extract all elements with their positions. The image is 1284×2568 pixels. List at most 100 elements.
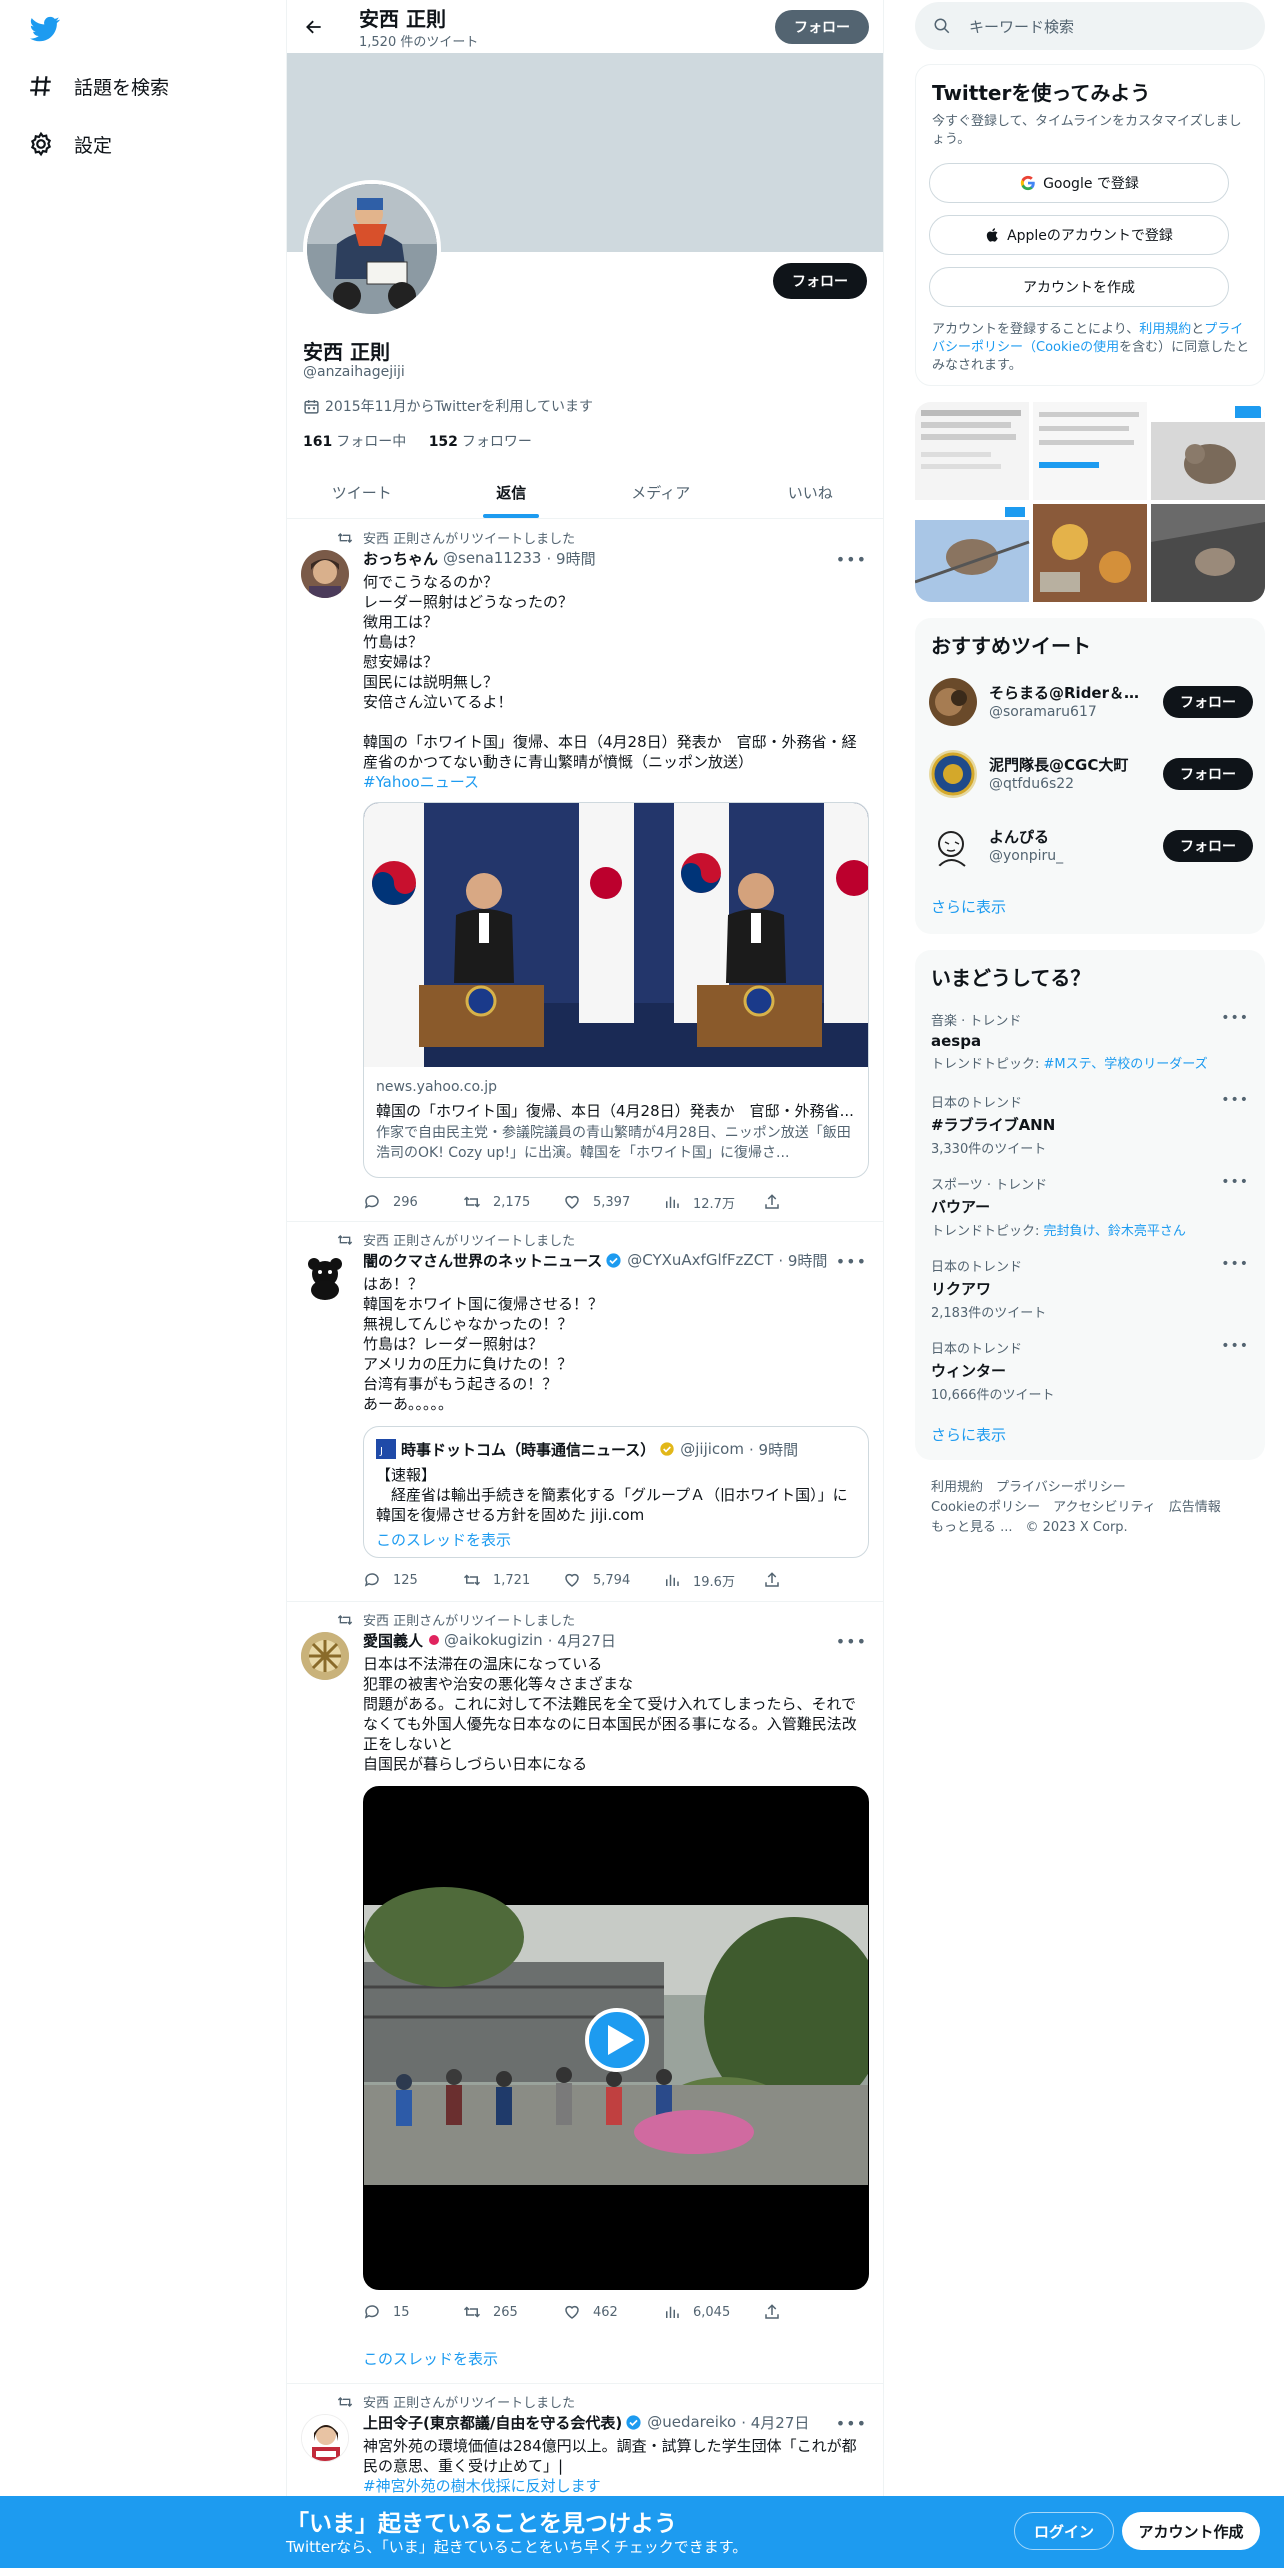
recommended-follow-button[interactable]: フォロー (1163, 830, 1253, 862)
trend-related-link[interactable]: 完封負け、鈴木亮平さん (1044, 1224, 1186, 1239)
google-signup-button[interactable]: Google で登録 (929, 163, 1229, 203)
tab-tweets[interactable]: ツイート (287, 466, 437, 518)
heart-icon (565, 2305, 579, 2319)
tweet-time[interactable]: · 9時間 (778, 1250, 827, 1270)
more-options-icon[interactable]: ••• (836, 2414, 867, 2433)
tweet-author-name[interactable]: 上田令子(東京都議/自由を守る会代表) (363, 2412, 622, 2432)
tweet-hashtag-link[interactable]: #神宮外苑の樹木伐採に反対します (363, 2476, 869, 2496)
tweet-avatar[interactable] (301, 2414, 349, 2462)
header-follow-button[interactable]: フォロー (775, 10, 869, 44)
profile-avatar[interactable] (303, 180, 441, 318)
following-link[interactable]: 161 フォロー中 (303, 434, 406, 450)
trend-item[interactable]: 日本のトレンド #ラブライブANN 3,330件のツイート ••• (931, 1092, 1249, 1157)
share-button[interactable] (763, 1192, 793, 1212)
share-icon (765, 1572, 779, 1587)
tweet-author-handle[interactable]: @uedareiko (647, 2413, 736, 2431)
back-arrow-icon[interactable] (299, 12, 329, 42)
more-options-icon[interactable]: ••• (836, 1252, 867, 1271)
recommended-user[interactable]: 泥門隊長@CGC大町 @qtfdu6s22 フォロー (929, 746, 1253, 802)
trend-more-icon[interactable]: ••• (1221, 1256, 1249, 1272)
link-card[interactable]: news.yahoo.co.jp 韓国の「ホワイト国」復帰、本日（4月28日）発… (363, 802, 869, 1178)
views-button[interactable]: 6,045 (663, 2302, 763, 2322)
tab-likes[interactable]: いいね (736, 466, 884, 518)
views-button[interactable]: 12.7万 (663, 1192, 763, 1212)
apple-signup-button[interactable]: Appleのアカウントで登録 (929, 215, 1229, 255)
recommended-follow-button[interactable]: フォロー (1163, 758, 1253, 790)
media-grid[interactable] (915, 402, 1265, 602)
nav-explore[interactable]: 話題を検索 (28, 66, 169, 106)
tweet[interactable]: 安西 正則さんがリツイートしました おっちゃん @sena11233 · 9時間… (287, 520, 883, 1222)
tweet-avatar[interactable] (301, 550, 349, 598)
retweet-button[interactable]: 1,721 (463, 1570, 563, 1590)
tweet-hashtag-link[interactable]: #Yahooニュース (363, 772, 869, 792)
twitter-logo-icon[interactable] (28, 14, 62, 44)
search-input[interactable]: キーワード検索 (915, 2, 1265, 50)
tweet-author-handle[interactable]: @sena11233 (443, 549, 541, 567)
trend-item[interactable]: 日本のトレンド ウィンター 10,666件のツイート ••• (931, 1338, 1249, 1403)
tweet-avatar[interactable] (301, 1252, 349, 1300)
tweet-author-name[interactable]: おっちゃん (363, 548, 438, 568)
trend-more-icon[interactable]: ••• (1221, 1092, 1249, 1108)
tweet-time[interactable]: · 4月27日 (548, 1630, 616, 1650)
trend-item[interactable]: スポーツ · トレンド バウアー トレンドトピック: 完封負け、鈴木亮平さん •… (931, 1174, 1249, 1239)
recommended-user-handle: @soramaru617 (989, 704, 1097, 720)
more-options-icon[interactable]: ••• (836, 1632, 867, 1651)
share-button[interactable] (763, 1570, 793, 1590)
show-thread-link[interactable]: このスレッドを表示 (363, 2348, 498, 2369)
profile-follow-button[interactable]: フォロー (773, 263, 867, 299)
share-button[interactable] (763, 2302, 793, 2322)
recommended-show-more-link[interactable]: さらに表示 (931, 896, 1006, 917)
tweet-author-name[interactable]: 愛国義人 (363, 1630, 423, 1650)
recommended-user-name: よんぴる (989, 828, 1050, 846)
footer-line-3[interactable]: もっと見る ... © 2023 X Corp. (931, 1518, 1261, 1538)
tweet[interactable]: 安西 正則さんがリツイートしました 愛国義人 @aikokugizin · 4月… (287, 1602, 883, 2384)
tab-replies[interactable]: 返信 (437, 466, 587, 518)
retweet-button[interactable]: 2,175 (463, 1192, 563, 1212)
trend-name: バウアー (931, 1198, 991, 1216)
recommended-user[interactable]: よんぴる @yonpiru_ フォロー (929, 818, 1253, 874)
video-player[interactable] (363, 1786, 869, 2290)
reply-button[interactable]: 296 (363, 1192, 463, 1212)
profile-stats: 161 フォロー中 152 フォロワー (303, 431, 532, 451)
tweet-time[interactable]: · 4月27日 (741, 2412, 809, 2432)
recommended-user[interactable]: そらまる@Rider＆Ar... @soramaru617 フォロー (929, 674, 1253, 730)
tweet-avatar[interactable] (301, 1632, 349, 1680)
trend-related-link[interactable]: #Mステ、学校のリーダーズ (1044, 1057, 1208, 1072)
trend-item[interactable]: 音楽 · トレンド aespa トレンドトピック: #Mステ、学校のリーダーズ … (931, 1010, 1249, 1072)
like-button[interactable]: 5,794 (563, 1570, 663, 1590)
recommended-follow-button[interactable]: フォロー (1163, 686, 1253, 718)
retweet-button[interactable]: 265 (463, 2302, 563, 2322)
footer-line-2[interactable]: Cookieのポリシー アクセシビリティ 広告情報 (931, 1498, 1261, 1518)
followers-link[interactable]: 152 フォロワー (429, 434, 532, 450)
tweet-author-handle[interactable]: @aikokugizin (444, 1631, 543, 1649)
trend-item[interactable]: 日本のトレンド リクアワ 2,183件のツイート ••• (931, 1256, 1249, 1321)
views-button[interactable]: 19.6万 (663, 1570, 763, 1590)
reply-button[interactable]: 15 (363, 2302, 463, 2322)
quote-tweet[interactable]: J 時事ドットコム（時事通信ニュース） @jijicom · 9時間 【速報】 … (363, 1426, 869, 1558)
more-options-icon[interactable]: ••• (836, 550, 867, 569)
trends-show-more-link[interactable]: さらに表示 (931, 1424, 1006, 1445)
trends-title: いまどうしてる？ (931, 966, 1091, 990)
terms-of-service-link[interactable]: 利用規約 (1139, 322, 1191, 337)
trend-more-icon[interactable]: ••• (1221, 1338, 1249, 1354)
like-button[interactable]: 462 (563, 2302, 663, 2322)
create-account-button[interactable]: アカウントを作成 (929, 267, 1229, 307)
quote-show-thread-link[interactable]: このスレッドを表示 (376, 1529, 511, 1550)
nav-settings[interactable]: 設定 (28, 124, 112, 164)
login-button[interactable]: ログイン (1014, 2512, 1114, 2550)
trend-related-label: トレンドトピック: (931, 1057, 1044, 1072)
tweet-author-handle[interactable]: @CYXuAxfGlfFzZCT (627, 1251, 773, 1269)
tweet-time[interactable]: · 9時間 (546, 548, 595, 568)
tweet-author-name[interactable]: 闇のクマさん世界のネットニュース (363, 1250, 602, 1270)
tab-media[interactable]: メディア (586, 466, 736, 518)
signup-button[interactable]: アカウント作成 (1122, 2512, 1260, 2550)
tweet[interactable]: 安西 正則さんがリツイートしました 闇のクマさん世界のネットニュース @CYXu… (287, 1222, 883, 1602)
like-button[interactable]: 5,397 (563, 1192, 663, 1212)
search-icon (934, 18, 950, 34)
view-count: 19.6万 (693, 1574, 735, 1590)
footer-line-1[interactable]: 利用規約 プライバシーポリシー (931, 1478, 1261, 1498)
reply-button[interactable]: 125 (363, 1570, 463, 1590)
trend-more-icon[interactable]: ••• (1221, 1174, 1249, 1190)
bottom-bar-title: 「いま」起きていることを見つけよう (286, 2511, 677, 2537)
trend-more-icon[interactable]: ••• (1221, 1010, 1249, 1026)
